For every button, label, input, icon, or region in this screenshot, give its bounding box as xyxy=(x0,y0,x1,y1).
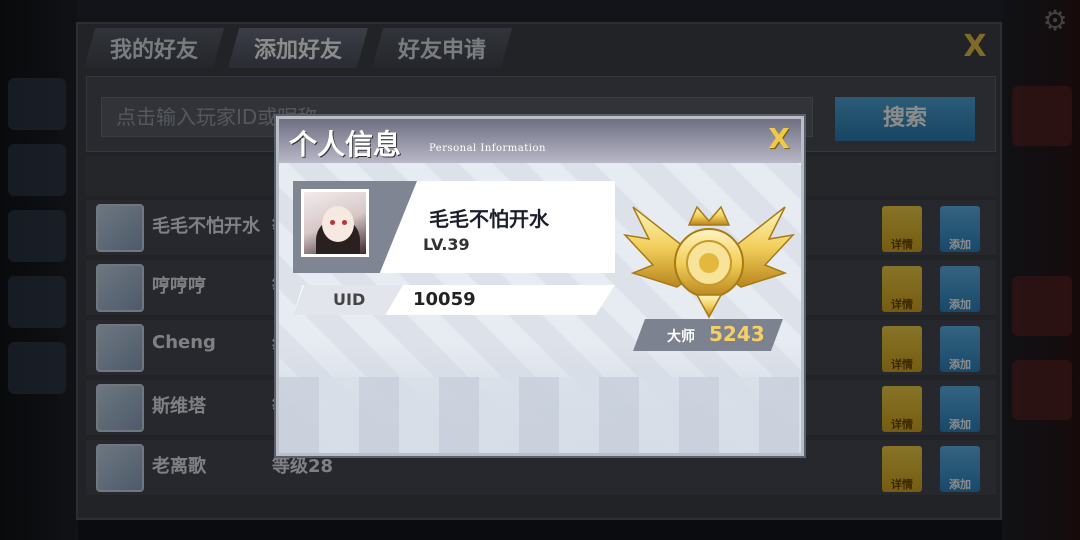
floor-decoration xyxy=(279,377,801,453)
modal-title: 个人信息 xyxy=(289,128,402,161)
avatar-face xyxy=(322,206,354,242)
close-icon[interactable]: X xyxy=(765,125,793,153)
avatar-eye xyxy=(330,220,335,225)
personal-info-modal: 个人信息 Personal Information X 毛毛不怕开水 LV.39… xyxy=(276,116,804,456)
bottom-nav xyxy=(76,518,1002,540)
uid-bar: UID 10059 xyxy=(293,285,615,315)
uid-label: UID xyxy=(333,290,366,309)
uid-value: 10059 xyxy=(413,289,476,310)
rank-title: 大师 xyxy=(667,329,695,345)
rank-bar: 大师 5243 xyxy=(633,319,783,351)
avatar xyxy=(301,189,369,257)
player-name-card: 毛毛不怕开水 LV.39 xyxy=(293,181,615,273)
player-name: 毛毛不怕开水 xyxy=(429,207,549,231)
avatar-eye xyxy=(342,220,347,225)
modal-subtitle: Personal Information xyxy=(429,143,546,154)
player-level: LV.39 xyxy=(423,235,470,254)
rank-wings-icon xyxy=(622,205,796,319)
modal-body: 毛毛不怕开水 LV.39 UID 10059 大师 5243 xyxy=(279,163,801,453)
modal-header: 个人信息 Personal Information X xyxy=(279,119,801,163)
rank-points: 5243 xyxy=(709,322,765,346)
